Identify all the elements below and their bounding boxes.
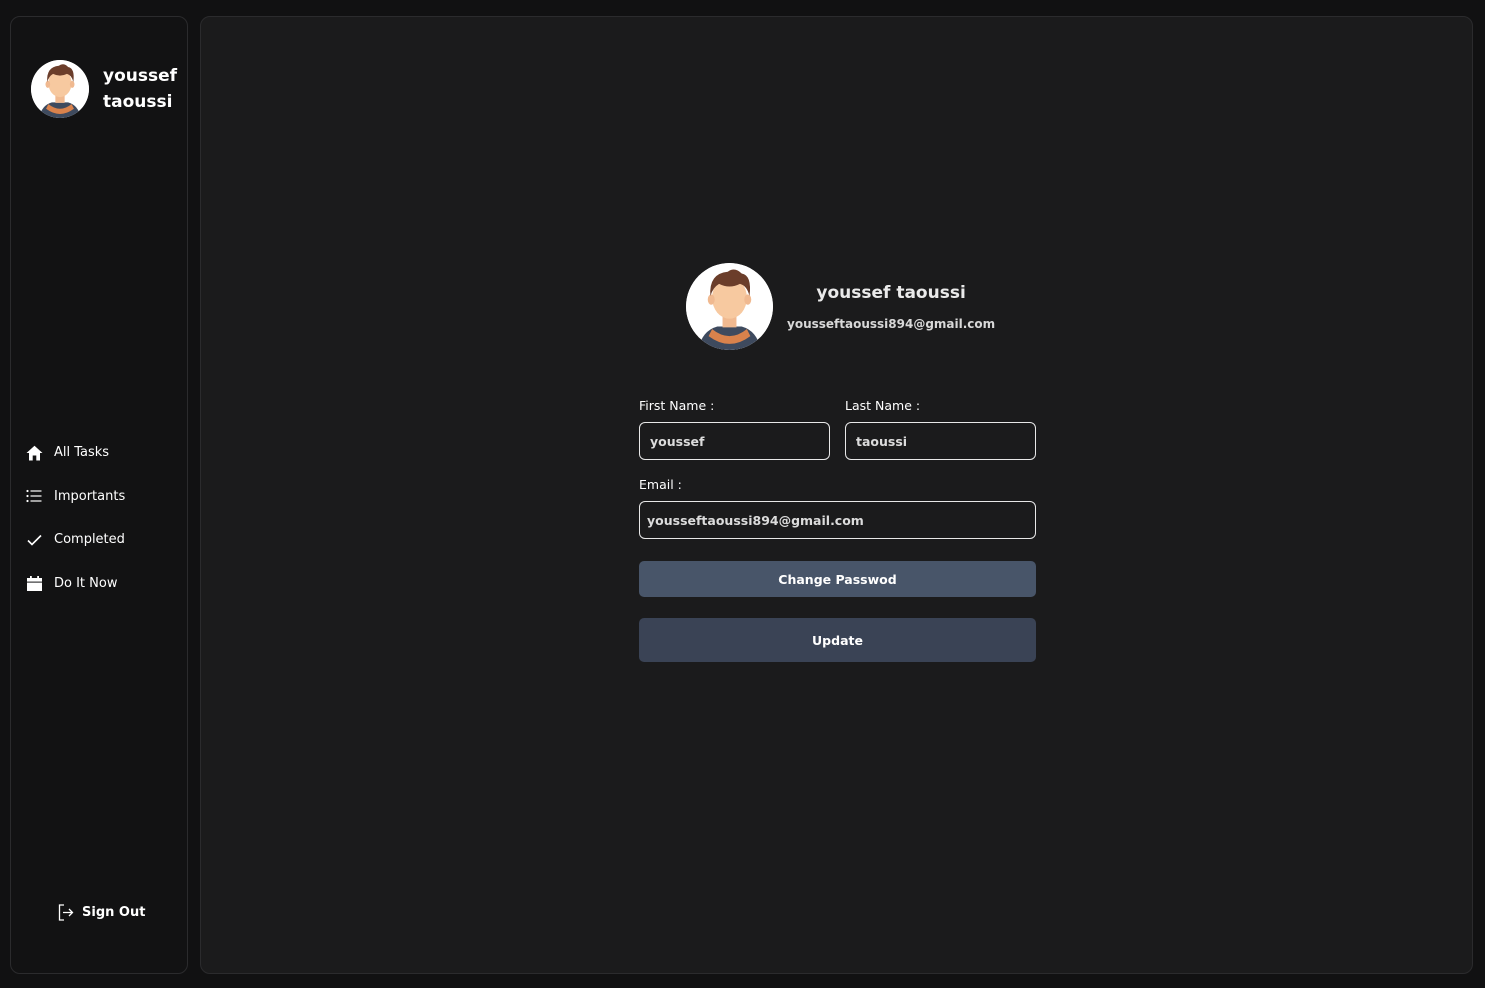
avatar-illustration-icon [686,263,773,350]
sidebar-item-label: All Tasks [54,445,110,461]
sidebar-item-all-tasks[interactable]: All Tasks [25,431,185,475]
sign-out-icon [57,903,75,921]
sidebar-item-importants[interactable]: Importants [25,475,185,519]
profile-card-header: youssef taoussi yousseftaoussi894@gmail.… [686,263,995,350]
app-window: youssef taoussi All Tasks Importants Com… [0,0,1485,988]
profile-form: First Name : Last Name : Email : Change … [639,397,1036,662]
profile-full-name: youssef taoussi [816,282,966,303]
sidebar-item-label: Importants [54,488,126,504]
first-name-label: First Name : [639,398,715,413]
calendar-icon [25,574,43,592]
first-name-group: First Name : [639,397,830,460]
avatar [686,263,773,350]
sidebar-item-completed[interactable]: Completed [25,518,185,562]
email-field[interactable] [639,501,1036,539]
profile-email: yousseftaoussi894@gmail.com [787,316,996,331]
name-row: First Name : Last Name : [639,397,1036,460]
last-name-field[interactable] [845,422,1036,460]
sidebar: youssef taoussi All Tasks Importants Com… [10,16,188,974]
sidebar-nav: All Tasks Importants Completed Do It Now [25,431,185,605]
avatar-illustration-icon [31,60,89,118]
email-group: Email : [639,476,1036,539]
home-icon [25,444,43,462]
sign-out-button[interactable]: Sign Out [57,903,145,921]
sidebar-profile: youssef taoussi [31,60,183,118]
list-icon [25,487,43,505]
avatar [31,60,89,118]
sidebar-item-label: Do It Now [54,575,118,591]
email-label: Email : [639,477,682,492]
profile-name: youssef taoussi [103,63,183,115]
update-button[interactable]: Update [639,618,1036,662]
profile-panel: youssef taoussi yousseftaoussi894@gmail.… [200,16,1473,974]
last-name-group: Last Name : [845,397,1036,460]
sidebar-item-do-it-now[interactable]: Do It Now [25,562,185,606]
sign-out-label: Sign Out [82,904,146,920]
profile-last-name: taoussi [103,92,173,112]
profile-card-info: youssef taoussi yousseftaoussi894@gmail.… [787,283,995,331]
first-name-field[interactable] [639,422,830,460]
check-icon [25,531,43,549]
change-password-button[interactable]: Change Passwod [639,561,1036,597]
profile-first-name: youssef [103,66,178,86]
last-name-label: Last Name : [845,398,921,413]
sidebar-item-label: Completed [54,532,125,548]
